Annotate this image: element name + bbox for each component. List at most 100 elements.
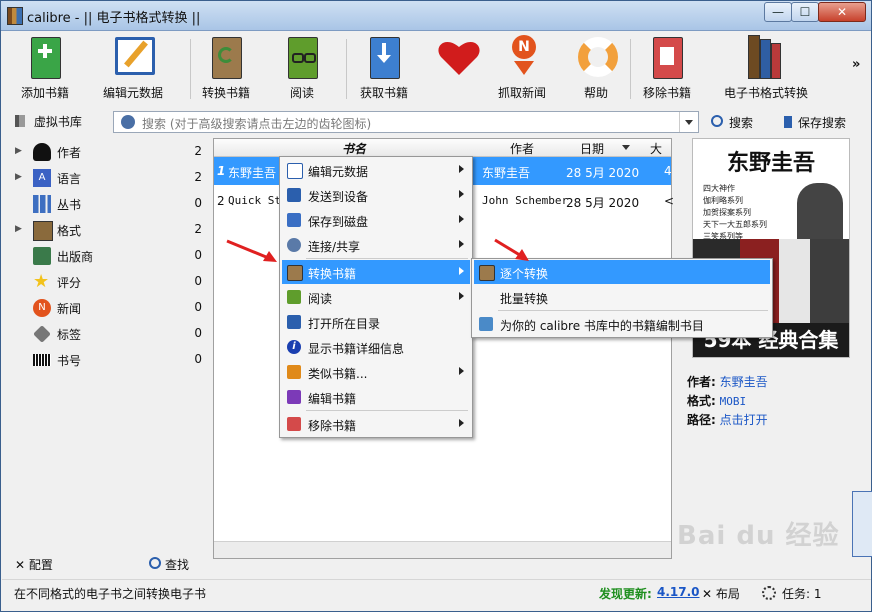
column-header-author[interactable]: 作者 <box>510 140 534 157</box>
toolbar-overflow-button[interactable]: » <box>852 57 860 72</box>
menu-item-edit-book[interactable]: 编辑书籍 <box>282 385 470 409</box>
detail-format-label: 格式: <box>687 394 716 408</box>
virtual-library-button[interactable]: 虚拟书库 <box>15 113 82 130</box>
menu-separator <box>306 410 468 411</box>
find-button[interactable]: 查找 <box>149 556 189 573</box>
edit-metadata-button[interactable]: 编辑元数据 <box>100 35 166 101</box>
donate-button[interactable] <box>434 35 484 84</box>
save-search-button[interactable]: 保存搜索 <box>784 114 846 131</box>
book-size-cell[interactable]: < <box>664 194 674 208</box>
category-authors[interactable]: ▶ 作者 2 <box>9 139 208 165</box>
toolbar-separator <box>346 39 347 99</box>
menu-item-save-to-disk[interactable]: 保存到磁盘 <box>282 208 470 232</box>
ebook-convert-label: 电子书格式转换 <box>723 86 808 100</box>
help-button[interactable]: 帮助 <box>574 35 618 101</box>
get-books-button[interactable]: 获取书籍 <box>354 35 414 101</box>
read-label: 阅读 <box>289 86 314 100</box>
jobs-button[interactable]: 任务: 1 <box>762 585 822 602</box>
cover-line: 四大神作 <box>703 184 735 193</box>
category-series[interactable]: 丛书 0 <box>9 191 208 217</box>
category-languages[interactable]: ▶ A 语言 2 <box>9 165 208 191</box>
gear-icon[interactable] <box>121 115 135 129</box>
detail-format: 格式: MOBI <box>687 392 746 409</box>
folder-icon <box>287 315 301 329</box>
layout-label: 布局 <box>715 587 740 601</box>
update-version-link[interactable]: 4.17.0 <box>657 585 700 599</box>
author-portrait <box>797 183 843 245</box>
category-count: 2 <box>194 170 202 184</box>
menu-item-similar-books[interactable]: 类似书籍... <box>282 360 470 384</box>
search-input[interactable]: 搜索 (对于高级搜索请点击左边的齿轮图标) <box>113 111 699 133</box>
category-publishers[interactable]: 出版商 0 <box>9 243 208 269</box>
menu-item-convert-books[interactable]: 转换书籍 <box>282 260 470 284</box>
cover-line: 加贺探案系列 <box>703 208 751 217</box>
menu-item-label: 移除书籍 <box>308 419 357 433</box>
connect-share-icon <box>287 238 301 252</box>
convert-book-icon <box>208 35 244 79</box>
series-icon <box>33 195 51 213</box>
category-tags[interactable]: 标签 0 <box>9 321 208 347</box>
category-news[interactable]: N 新闻 0 <box>9 295 208 321</box>
book-author-cell[interactable]: John Schember <box>482 194 568 207</box>
detail-path-link[interactable]: 点击打开 <box>720 413 768 427</box>
menu-item-open-folder[interactable]: 打开所在目录 <box>282 310 470 334</box>
remove-book-icon <box>287 417 301 431</box>
search-history-dropdown[interactable] <box>679 112 698 132</box>
minimize-button[interactable]: — <box>764 2 792 22</box>
heart-icon <box>438 35 480 79</box>
update-label: 发现更新: <box>599 587 652 601</box>
horizontal-scrollbar[interactable] <box>214 541 671 558</box>
menu-item-send-to-device[interactable]: 发送到设备 <box>282 183 470 207</box>
book-details-pane: 东野圭吾 四大神作 伽利略系列 加贺探案系列 天下一大五郎系列 三笑系列等 59… <box>677 138 867 558</box>
menu-item-bulk-convert[interactable]: 批量转换 <box>474 285 770 309</box>
expand-arrow-icon[interactable]: ▶ <box>15 146 22 156</box>
configure-button[interactable]: ✕ 配置 <box>15 556 53 573</box>
column-header-title[interactable]: 书名 <box>342 140 366 157</box>
convert-books-button[interactable]: 转换书籍 <box>196 35 256 101</box>
category-identifiers[interactable]: 书号 0 <box>9 347 208 373</box>
submenu-arrow-icon <box>459 215 464 223</box>
book-author-cell[interactable]: 东野圭吾 <box>482 164 530 181</box>
category-label: 书号 <box>57 354 82 368</box>
bookmark-icon <box>784 116 792 128</box>
column-header-date[interactable]: 日期 <box>580 140 604 157</box>
book-size-cell[interactable]: 4 <box>664 164 672 178</box>
send-to-device-icon <box>287 188 301 202</box>
detail-path: 路径: 点击打开 <box>687 411 768 428</box>
read-button[interactable]: 阅读 <box>280 35 324 101</box>
menu-item-label: 连接/共享 <box>308 240 361 254</box>
category-label: 新闻 <box>57 302 82 316</box>
menu-item-edit-metadata[interactable]: 编辑元数据 <box>282 158 470 182</box>
menu-item-label: 批量转换 <box>500 292 549 306</box>
menu-item-remove-books[interactable]: 移除书籍 <box>282 412 470 436</box>
menu-item-read[interactable]: 阅读 <box>282 285 470 309</box>
menu-item-label: 转换书籍 <box>308 267 357 281</box>
expand-arrow-icon[interactable]: ▶ <box>15 224 22 234</box>
maximize-button[interactable]: ☐ <box>791 2 819 22</box>
fetch-news-button[interactable]: N 抓取新闻 <box>494 35 550 101</box>
news-icon: N <box>33 299 51 317</box>
library-books-icon <box>748 35 784 79</box>
submenu-arrow-icon <box>459 367 464 375</box>
menu-item-show-details[interactable]: i 显示书籍详细信息 <box>282 335 470 359</box>
layout-button[interactable]: ✕ 布局 <box>702 585 740 602</box>
book-date-cell[interactable]: 28 5月 2020 <box>566 164 639 181</box>
floating-widget[interactable] <box>852 491 872 557</box>
sort-arrow-icon <box>622 145 630 150</box>
close-button[interactable]: ✕ <box>818 2 866 22</box>
book-date-cell[interactable]: 28 5月 2020 <box>566 194 639 211</box>
expand-arrow-icon[interactable]: ▶ <box>15 172 22 182</box>
detail-author-link[interactable]: 东野圭吾 <box>720 375 768 389</box>
ebook-convert-button[interactable]: 电子书格式转换 <box>718 35 814 101</box>
menu-item-create-catalog[interactable]: 为你的 calibre 书库中的书籍编制书目 <box>474 312 770 336</box>
barcode-icon <box>33 354 51 366</box>
category-rating[interactable]: ★ 评分 0 <box>9 269 208 295</box>
menu-item-connect-share[interactable]: 连接/共享 <box>282 233 470 257</box>
category-formats[interactable]: ▶ 格式 2 <box>9 217 208 243</box>
add-books-button[interactable]: 添加书籍 <box>16 35 74 101</box>
search-button[interactable]: 搜索 <box>711 114 753 131</box>
remove-books-button[interactable]: 移除书籍 <box>638 35 696 101</box>
book-title-cell[interactable]: 东野圭吾 <box>228 164 276 181</box>
detail-format-link[interactable]: MOBI <box>720 395 747 408</box>
detail-path-label: 路径: <box>687 413 716 427</box>
